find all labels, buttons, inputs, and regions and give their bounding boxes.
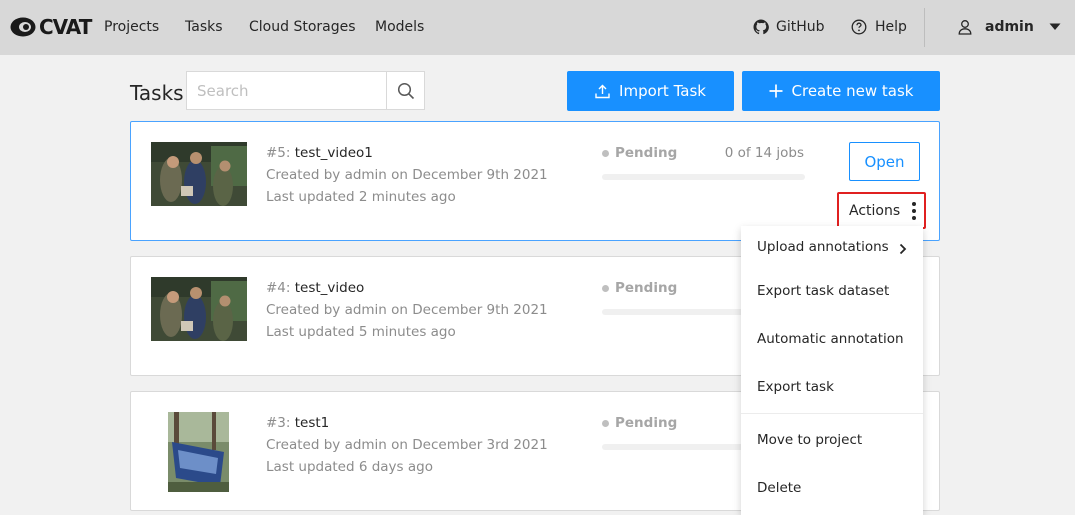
status-dot-icon bbox=[602, 419, 609, 427]
create-task-button[interactable]: Create new task bbox=[742, 71, 940, 111]
cvat-eye-icon bbox=[10, 17, 36, 37]
create-task-label: Create new task bbox=[791, 82, 914, 100]
task-title: #4: test_video bbox=[266, 280, 364, 296]
open-button[interactable]: Open bbox=[849, 142, 920, 181]
task-name[interactable]: test1 bbox=[295, 415, 330, 431]
nav-cloud-storages[interactable]: Cloud Storages bbox=[249, 19, 356, 35]
actions-dropdown-menu: Upload annotations Export task dataset A… bbox=[741, 226, 923, 515]
progress-bar bbox=[602, 174, 805, 180]
jobs-count: 0 of 14 jobs bbox=[724, 145, 804, 161]
cvat-logo[interactable]: CVAT bbox=[10, 15, 92, 39]
github-link[interactable]: GitHub bbox=[753, 19, 825, 35]
import-task-label: Import Task bbox=[619, 82, 706, 100]
task-updated: Last updated 5 minutes ago bbox=[266, 324, 456, 340]
status-label: Pending bbox=[615, 415, 678, 431]
task-card: #5: test_video1 Created by admin on Dece… bbox=[130, 121, 940, 241]
status-dot-icon bbox=[602, 149, 609, 157]
import-task-button[interactable]: Import Task bbox=[567, 71, 734, 111]
nav-projects[interactable]: Projects bbox=[104, 19, 159, 35]
task-name[interactable]: test_video bbox=[295, 280, 365, 296]
status-dot-icon bbox=[602, 284, 609, 292]
search-input[interactable] bbox=[187, 72, 386, 109]
menu-divider bbox=[741, 413, 923, 414]
status-label: Pending bbox=[615, 280, 678, 296]
menu-item-move-to-project[interactable]: Move to project bbox=[757, 432, 862, 448]
search-icon bbox=[397, 82, 414, 99]
caret-down-icon bbox=[1049, 23, 1061, 30]
task-id: #5: bbox=[266, 145, 295, 161]
github-label: GitHub bbox=[776, 19, 825, 35]
task-name[interactable]: test_video1 bbox=[295, 145, 373, 161]
task-title: #5: test_video1 bbox=[266, 145, 373, 161]
task-status: Pending bbox=[602, 145, 677, 161]
logo-text: CVAT bbox=[39, 15, 92, 39]
task-thumbnail bbox=[168, 412, 229, 492]
task-updated: Last updated 6 days ago bbox=[266, 459, 433, 475]
top-header: CVAT Projects Tasks Cloud Storages Model… bbox=[0, 0, 1075, 55]
page-title: Tasks bbox=[130, 81, 184, 105]
github-icon bbox=[753, 19, 769, 35]
task-status: Pending bbox=[602, 415, 677, 431]
nav-models[interactable]: Models bbox=[375, 19, 424, 35]
help-link[interactable]: Help bbox=[851, 19, 907, 35]
task-status: Pending bbox=[602, 280, 677, 296]
user-name: admin bbox=[985, 19, 1034, 35]
task-id: #4: bbox=[266, 280, 295, 296]
help-label: Help bbox=[875, 19, 907, 35]
nav-tasks[interactable]: Tasks bbox=[185, 19, 223, 35]
chevron-right-icon bbox=[899, 243, 907, 255]
task-thumbnail bbox=[151, 142, 247, 206]
actions-label: Actions bbox=[849, 202, 901, 219]
help-icon bbox=[851, 19, 867, 35]
menu-item-export-task[interactable]: Export task bbox=[757, 379, 834, 395]
actions-button[interactable]: Actions bbox=[837, 192, 926, 229]
menu-item-upload-annotations[interactable]: Upload annotations bbox=[757, 239, 917, 255]
status-label: Pending bbox=[615, 145, 678, 161]
menu-item-delete[interactable]: Delete bbox=[757, 480, 801, 496]
menu-item-label: Upload annotations bbox=[757, 239, 889, 255]
task-id: #3: bbox=[266, 415, 295, 431]
task-created: Created by admin on December 9th 2021 bbox=[266, 167, 548, 183]
upload-icon bbox=[595, 84, 610, 98]
user-icon bbox=[958, 20, 972, 35]
search-box bbox=[186, 71, 425, 110]
search-button[interactable] bbox=[386, 72, 424, 109]
task-title: #3: test1 bbox=[266, 415, 329, 431]
more-vertical-icon bbox=[912, 202, 916, 223]
user-menu[interactable]: admin bbox=[958, 19, 1061, 35]
menu-item-export-task-dataset[interactable]: Export task dataset bbox=[757, 283, 889, 299]
task-thumbnail bbox=[151, 277, 247, 341]
task-created: Created by admin on December 9th 2021 bbox=[266, 302, 548, 318]
menu-item-automatic-annotation[interactable]: Automatic annotation bbox=[757, 331, 904, 347]
task-created: Created by admin on December 3rd 2021 bbox=[266, 437, 548, 453]
plus-icon bbox=[769, 84, 783, 98]
header-divider bbox=[924, 8, 925, 47]
task-updated: Last updated 2 minutes ago bbox=[266, 189, 456, 205]
